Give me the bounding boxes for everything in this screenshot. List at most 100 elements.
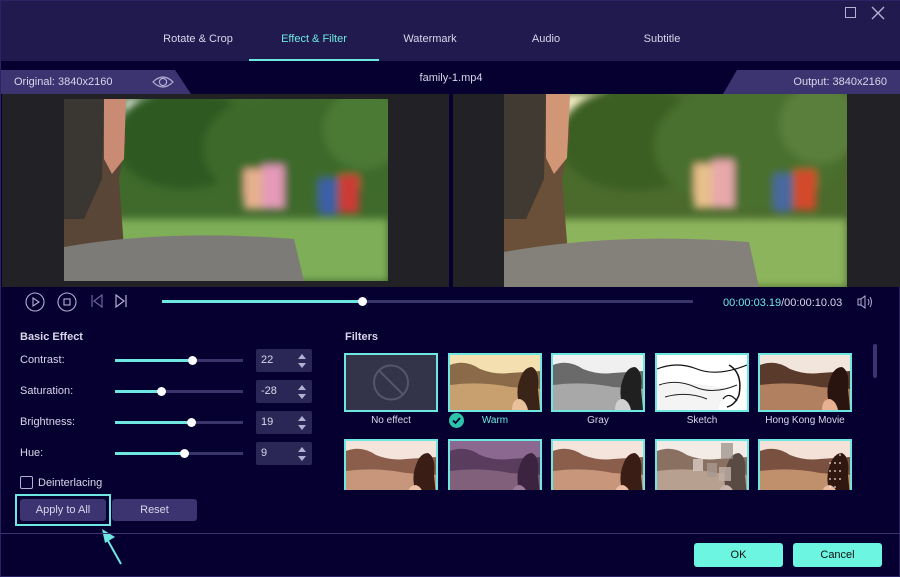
slider-fill	[115, 390, 162, 393]
filter-preview-image	[553, 441, 643, 490]
no-effect-icon	[373, 364, 409, 401]
timecode: 00:00:03.19/00:00:10.03	[723, 297, 842, 309]
filter-preview-image	[346, 441, 436, 490]
decrement-icon[interactable]	[298, 363, 306, 368]
total-time: /00:00:10.03	[781, 297, 843, 309]
close-icon	[871, 6, 885, 20]
tab-rotate-crop[interactable]: Rotate & Crop	[141, 25, 255, 61]
stop-icon	[57, 292, 77, 312]
apply-to-all-button[interactable]: Apply to All	[20, 499, 106, 521]
increment-icon[interactable]	[298, 447, 306, 452]
contrast-row: Contrast:	[20, 349, 320, 373]
filter-no-effect[interactable]: No effect	[344, 353, 438, 426]
slider-handle[interactable]	[180, 449, 190, 458]
previous-frame-button[interactable]	[90, 294, 104, 308]
volume-icon	[857, 295, 872, 309]
seek-handle[interactable]	[357, 297, 367, 306]
filter-item-6[interactable]	[344, 439, 438, 490]
filters-scrollbar[interactable]	[873, 344, 877, 378]
saturation-slider[interactable]	[115, 387, 243, 396]
contrast-stepper	[256, 349, 312, 372]
volume-button[interactable]	[857, 295, 875, 314]
filter-name: No effect	[371, 415, 411, 426]
saturation-input[interactable]	[261, 383, 291, 399]
slider-handle[interactable]	[187, 356, 197, 365]
filter-thumbnail	[448, 353, 542, 412]
decrement-icon[interactable]	[298, 456, 306, 461]
title-bar: Rotate & Crop Effect & Filter Watermark …	[1, 1, 900, 61]
hue-row: Hue:	[20, 442, 320, 466]
slider-handle[interactable]	[157, 387, 167, 396]
slider-fill	[115, 421, 191, 424]
filter-item-7[interactable]	[448, 439, 542, 490]
saturation-row: Saturation:	[20, 380, 320, 404]
filter-name: Gray	[587, 415, 609, 426]
tab-subtitle[interactable]: Subtitle	[605, 25, 719, 61]
reset-button[interactable]: Reset	[112, 499, 197, 521]
deinterlacing-label: Deinterlacing	[38, 477, 103, 489]
decrement-icon[interactable]	[298, 394, 306, 399]
play-icon	[25, 292, 45, 312]
play-button[interactable]	[25, 292, 45, 312]
filter-thumbnail	[758, 353, 852, 412]
brightness-input[interactable]	[261, 414, 291, 430]
filters-title: Filters	[345, 331, 379, 343]
filter-item-9[interactable]	[655, 439, 749, 490]
contrast-input[interactable]	[261, 352, 291, 368]
stop-button[interactable]	[57, 292, 77, 312]
filter-hong-kong-movie[interactable]: Hong Kong Movie	[758, 353, 852, 426]
hue-slider[interactable]	[115, 449, 243, 458]
filter-thumbnail	[551, 353, 645, 412]
filter-thumbnail	[448, 439, 542, 490]
original-video-frame	[64, 99, 388, 281]
filter-sketch[interactable]: Sketch	[655, 353, 749, 426]
output-video-frame	[504, 94, 847, 287]
tab-effect-filter[interactable]: Effect & Filter	[249, 25, 379, 61]
filter-preview-image	[450, 441, 540, 490]
increment-icon[interactable]	[298, 385, 306, 390]
current-time: 00:00:03.19	[723, 297, 782, 309]
increment-icon[interactable]	[298, 354, 306, 359]
filter-preview-image	[657, 441, 747, 490]
cancel-button[interactable]: Cancel	[793, 543, 882, 567]
footer-divider	[1, 533, 900, 534]
filter-preview-image	[760, 441, 850, 490]
skip-back-icon	[91, 294, 103, 308]
filter-preview-image	[553, 355, 643, 410]
output-resolution-badge: Output: 3840x2160	[723, 70, 900, 94]
next-frame-button[interactable]	[114, 294, 128, 308]
preview-area	[1, 94, 900, 287]
skip-forward-icon	[115, 294, 127, 308]
saturation-stepper	[256, 380, 312, 403]
ok-button[interactable]: OK	[694, 543, 783, 567]
brightness-slider[interactable]	[115, 418, 243, 427]
contrast-label: Contrast:	[20, 354, 65, 366]
tab-watermark[interactable]: Watermark	[373, 25, 487, 61]
tab-audio[interactable]: Audio	[489, 25, 603, 61]
filter-thumbnail	[655, 439, 749, 490]
slider-handle[interactable]	[186, 418, 196, 427]
filter-thumbnail	[344, 353, 438, 412]
deinterlacing-checkbox[interactable]	[20, 476, 33, 489]
filter-item-10[interactable]	[758, 439, 852, 490]
playback-controls: 00:00:03.19/00:00:10.03	[1, 287, 900, 317]
increment-icon[interactable]	[298, 416, 306, 421]
tab-bar: Rotate & Crop Effect & Filter Watermark …	[141, 25, 721, 61]
close-button[interactable]	[870, 5, 886, 21]
brightness-label: Brightness:	[20, 416, 76, 428]
output-preview-pane	[453, 94, 900, 287]
filter-name: Sketch	[686, 415, 718, 426]
filters-grid: No effect Warm Gray Sketch Hong Kong Movie	[344, 353, 864, 490]
brightness-row: Brightness:	[20, 411, 320, 435]
decrement-icon[interactable]	[298, 425, 306, 430]
output-resolution: Output: 3840x2160	[793, 76, 887, 88]
slider-fill	[115, 452, 185, 455]
brightness-stepper	[256, 411, 312, 434]
filter-thumbnail	[344, 439, 438, 490]
hue-input[interactable]	[261, 445, 291, 461]
seek-bar[interactable]	[162, 297, 693, 306]
contrast-slider[interactable]	[115, 356, 243, 365]
filter-item-8[interactable]	[551, 439, 645, 490]
filter-gray[interactable]: Gray	[551, 353, 645, 426]
maximize-button[interactable]	[843, 5, 859, 21]
